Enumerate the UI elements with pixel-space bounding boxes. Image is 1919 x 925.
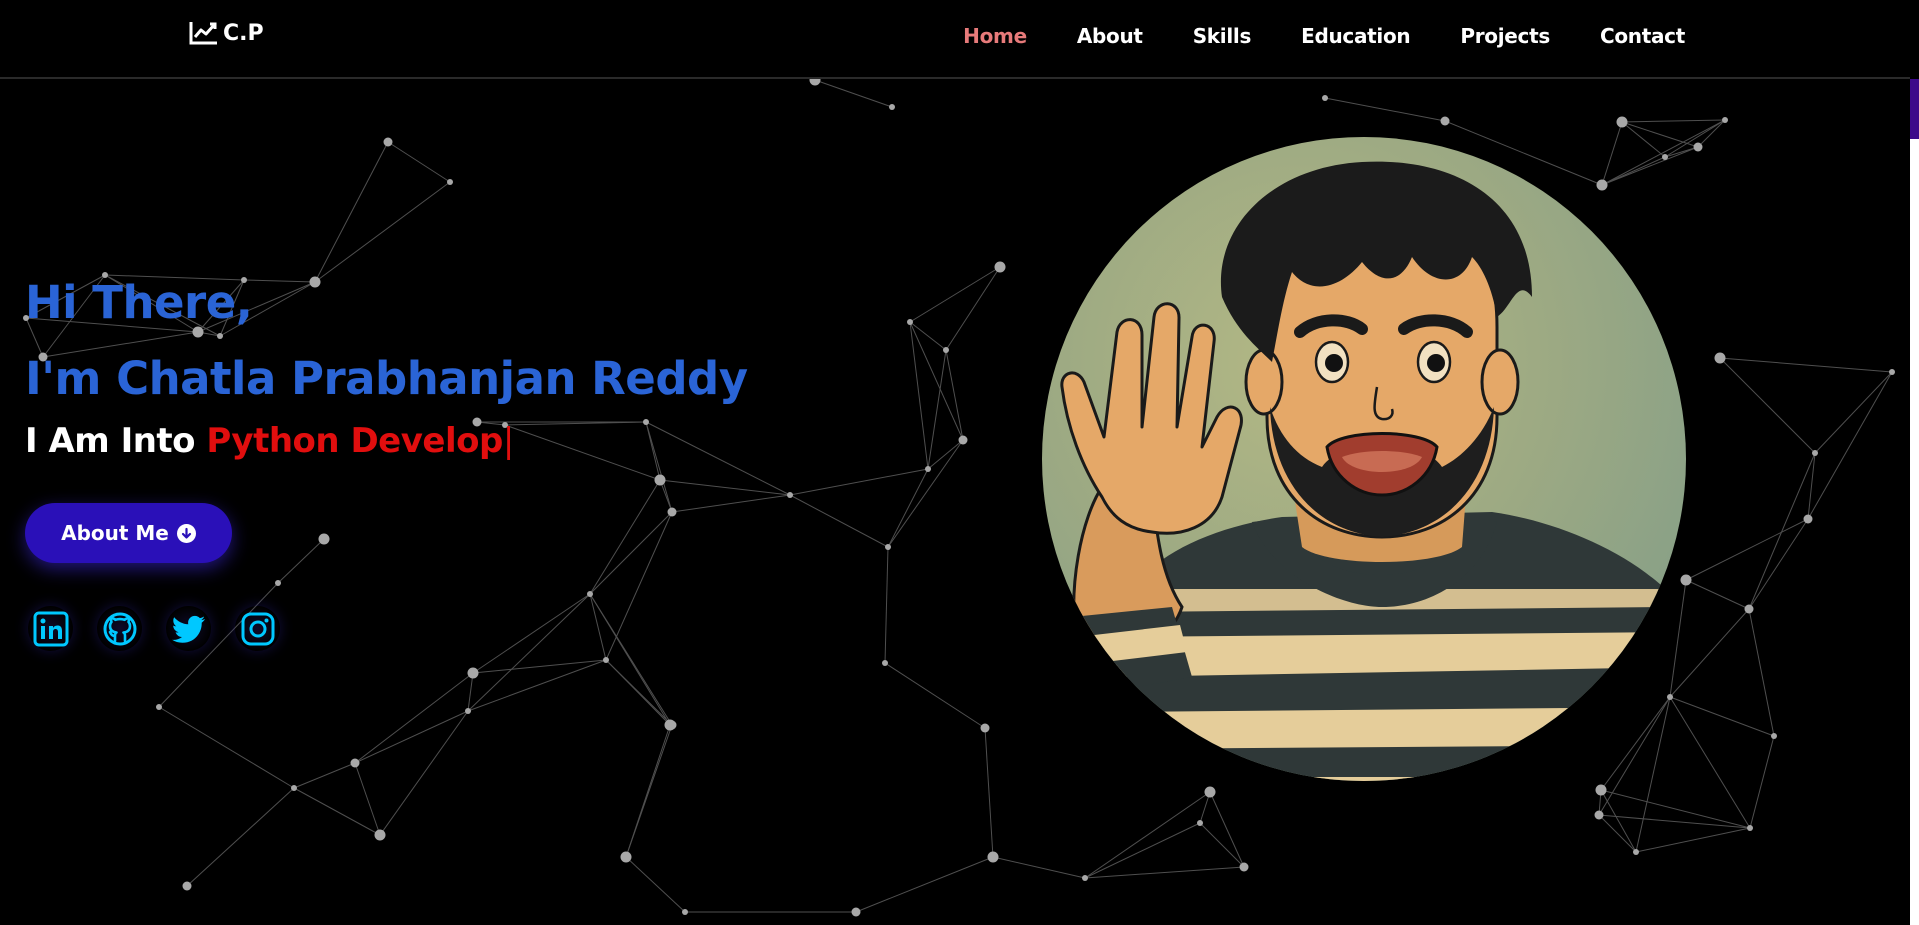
profile-avatar: [1042, 137, 1686, 781]
linkedin-icon: [33, 611, 68, 646]
brand-name: C.P: [223, 20, 264, 46]
github-link[interactable]: [97, 606, 142, 651]
hero-text: Hi There, I'm Chatla Prabhanjan Reddy I …: [25, 265, 748, 461]
cartoon-person-illustration: [1060, 161, 1686, 781]
into-prefix: I Am Into: [25, 421, 207, 461]
greeting-line-2: I'm Chatla Prabhanjan Reddy: [25, 352, 748, 405]
nav-about[interactable]: About: [1077, 24, 1143, 48]
arrow-down-circle-icon: [176, 523, 196, 543]
instagram-link[interactable]: [235, 606, 280, 651]
twitter-icon: [171, 615, 205, 643]
instagram-icon: [241, 612, 274, 645]
nav-education[interactable]: Education: [1301, 24, 1411, 48]
linkedin-link[interactable]: [28, 606, 73, 651]
nav-skills[interactable]: Skills: [1193, 24, 1252, 48]
greeting-line-1: Hi There,: [25, 276, 253, 329]
nav-contact[interactable]: Contact: [1600, 24, 1685, 48]
scrollbar-track[interactable]: [1910, 139, 1919, 925]
about-me-button[interactable]: About Me: [25, 503, 232, 563]
typed-text: Python Develop: [206, 421, 503, 461]
nav-projects[interactable]: Projects: [1460, 24, 1550, 48]
twitter-link[interactable]: [166, 606, 211, 651]
social-links: [28, 606, 280, 651]
site-header: C.P Home About Skills Education Projects…: [0, 0, 1910, 79]
typing-cursor: |: [502, 421, 514, 461]
github-icon: [103, 612, 136, 645]
chart-line-icon: [189, 22, 217, 45]
main-nav: Home About Skills Education Projects Con…: [963, 24, 1685, 48]
into-line: I Am Into Python Develop|: [25, 421, 748, 461]
scrollbar-thumb[interactable]: [1910, 79, 1919, 139]
about-me-label: About Me: [61, 521, 169, 545]
brand-logo[interactable]: C.P: [189, 20, 264, 46]
nav-home[interactable]: Home: [963, 24, 1027, 48]
